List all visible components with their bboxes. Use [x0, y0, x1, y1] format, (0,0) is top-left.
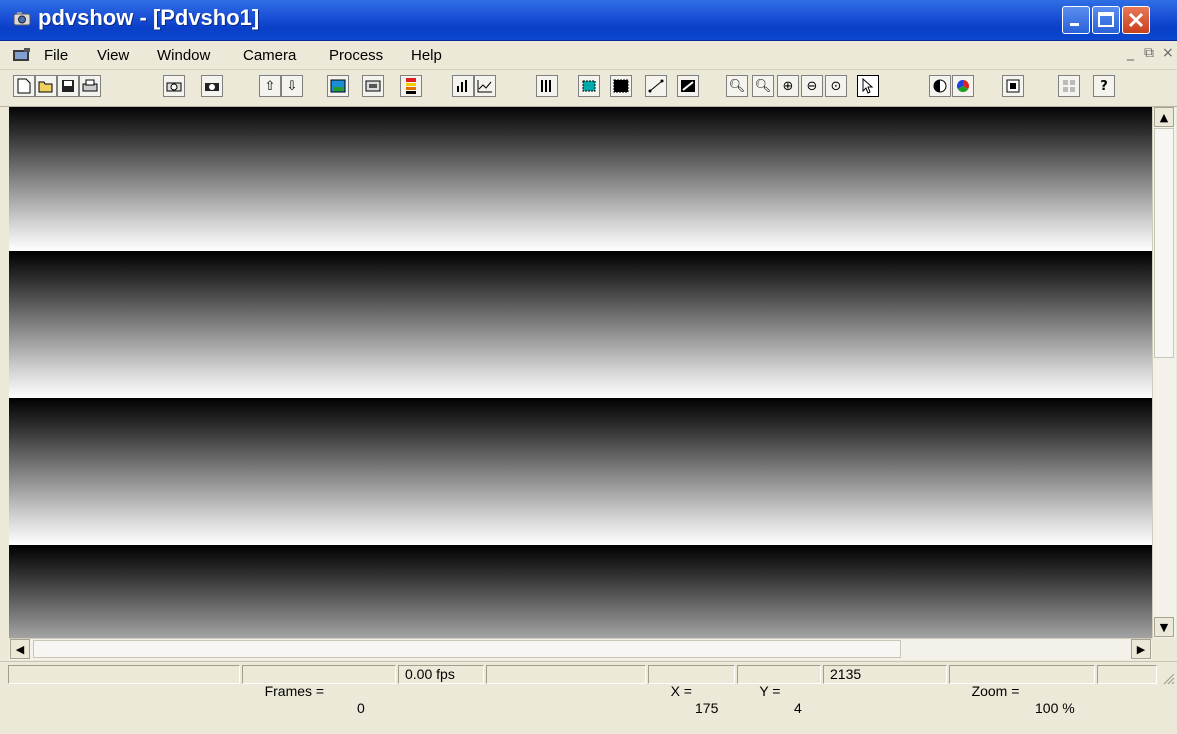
- zoom-in-icon[interactable]: ⊕: [777, 75, 799, 97]
- maximize-button[interactable]: [1092, 6, 1120, 34]
- status-x: X = 175: [648, 665, 735, 716]
- menu-help[interactable]: Help: [411, 47, 442, 64]
- gradient-band: [9, 251, 1152, 398]
- zoom-label: Zoom =: [971, 683, 1020, 699]
- menu-bar: File View Window Camera Process Help _ ⧉…: [0, 41, 1177, 70]
- app-icon: [12, 10, 32, 28]
- arrow-down-icon[interactable]: ⇩: [281, 75, 303, 97]
- zoom-icon[interactable]: 🔍︎: [726, 75, 748, 97]
- open-icon[interactable]: [35, 75, 57, 97]
- close-button[interactable]: [1122, 6, 1150, 34]
- diagonal-icon[interactable]: [677, 75, 699, 97]
- status-pixel-value: 2135: [823, 665, 947, 684]
- mdi-minimize-button[interactable]: _: [1127, 45, 1134, 61]
- image-canvas[interactable]: [9, 107, 1152, 638]
- gradient-band: [9, 398, 1152, 545]
- status-pane-message: [8, 665, 240, 684]
- menu-camera[interactable]: Camera: [243, 47, 296, 64]
- scroll-right-button[interactable]: ▶: [1131, 639, 1151, 659]
- frames-label: Frames =: [264, 683, 325, 699]
- fill-roi-icon[interactable]: [610, 75, 632, 97]
- print-icon[interactable]: [79, 75, 101, 97]
- select-roi-icon[interactable]: [578, 75, 600, 97]
- y-value: 4: [794, 700, 802, 716]
- line-profile-icon[interactable]: [645, 75, 667, 97]
- color-bars-icon[interactable]: [400, 75, 422, 97]
- camera-snap-icon[interactable]: [163, 75, 185, 97]
- zoom-value: 100 %: [1035, 700, 1075, 716]
- help-icon[interactable]: ?: [1093, 75, 1115, 97]
- status-pane-tail: [1097, 665, 1157, 684]
- image-icon[interactable]: [327, 75, 349, 97]
- camera-icon[interactable]: [201, 75, 223, 97]
- zoom-fit-icon[interactable]: 🔍︎: [752, 75, 774, 97]
- pointer-icon[interactable]: [857, 75, 879, 97]
- x-value: 175: [695, 700, 719, 716]
- filmstrip-icon[interactable]: [362, 75, 384, 97]
- status-bar: Frames = 0 0.00 fps X = 175 Y = 4 2135 Z…: [0, 661, 1177, 716]
- status-y: Y = 4: [737, 665, 821, 716]
- arrow-up-icon[interactable]: ⇧: [259, 75, 281, 97]
- columns-icon[interactable]: [536, 75, 558, 97]
- histogram-icon[interactable]: [452, 75, 474, 97]
- status-fps: 0.00 fps: [398, 665, 484, 684]
- frames-value: 0: [357, 700, 365, 716]
- gradient-band: [9, 545, 1152, 638]
- vertical-scroll-thumb[interactable]: [1154, 128, 1174, 358]
- zoom-out-icon[interactable]: ⊖: [801, 75, 823, 97]
- gradient-band: [9, 107, 1152, 251]
- status-pane-empty: [486, 665, 646, 684]
- y-label: Y =: [759, 683, 781, 699]
- contrast-icon[interactable]: [929, 75, 951, 97]
- menu-window[interactable]: Window: [157, 47, 210, 64]
- status-frames: Frames = 0: [242, 665, 396, 716]
- resize-grip-icon[interactable]: [1161, 670, 1175, 685]
- scroll-left-button[interactable]: ◀: [10, 639, 30, 659]
- horizontal-scroll-thumb[interactable]: [33, 640, 901, 658]
- mdi-restore-button[interactable]: ⧉: [1144, 45, 1154, 61]
- menu-process[interactable]: Process: [329, 47, 383, 64]
- line-plot-icon[interactable]: [474, 75, 496, 97]
- mdi-close-button[interactable]: ×: [1162, 45, 1174, 61]
- frame-icon[interactable]: [1002, 75, 1024, 97]
- window-title: pdvshow - [Pdvsho1]: [38, 5, 260, 30]
- status-zoom: Zoom = 100 %: [949, 665, 1095, 716]
- new-icon[interactable]: [13, 75, 35, 97]
- scroll-up-button[interactable]: ▲: [1154, 107, 1174, 127]
- tile-icon[interactable]: [1058, 75, 1080, 97]
- color-wheel-icon[interactable]: [952, 75, 974, 97]
- save-icon[interactable]: [57, 75, 79, 97]
- title-bar[interactable]: pdvshow - [Pdvsho1]: [0, 0, 1177, 41]
- menu-file[interactable]: File: [44, 47, 68, 64]
- zoom-1to1-icon[interactable]: ⊙: [825, 75, 847, 97]
- document-camera-icon[interactable]: [12, 47, 32, 63]
- minimize-button[interactable]: [1062, 6, 1090, 34]
- menu-view[interactable]: View: [97, 47, 129, 64]
- scroll-corner: [1152, 638, 1176, 660]
- scroll-down-button[interactable]: ▼: [1154, 617, 1174, 637]
- x-label: X =: [670, 683, 692, 699]
- toolbar: ⇧ ⇩ 🔍︎ 🔍︎ ⊕ ⊖ ⊙ ?: [0, 70, 1177, 107]
